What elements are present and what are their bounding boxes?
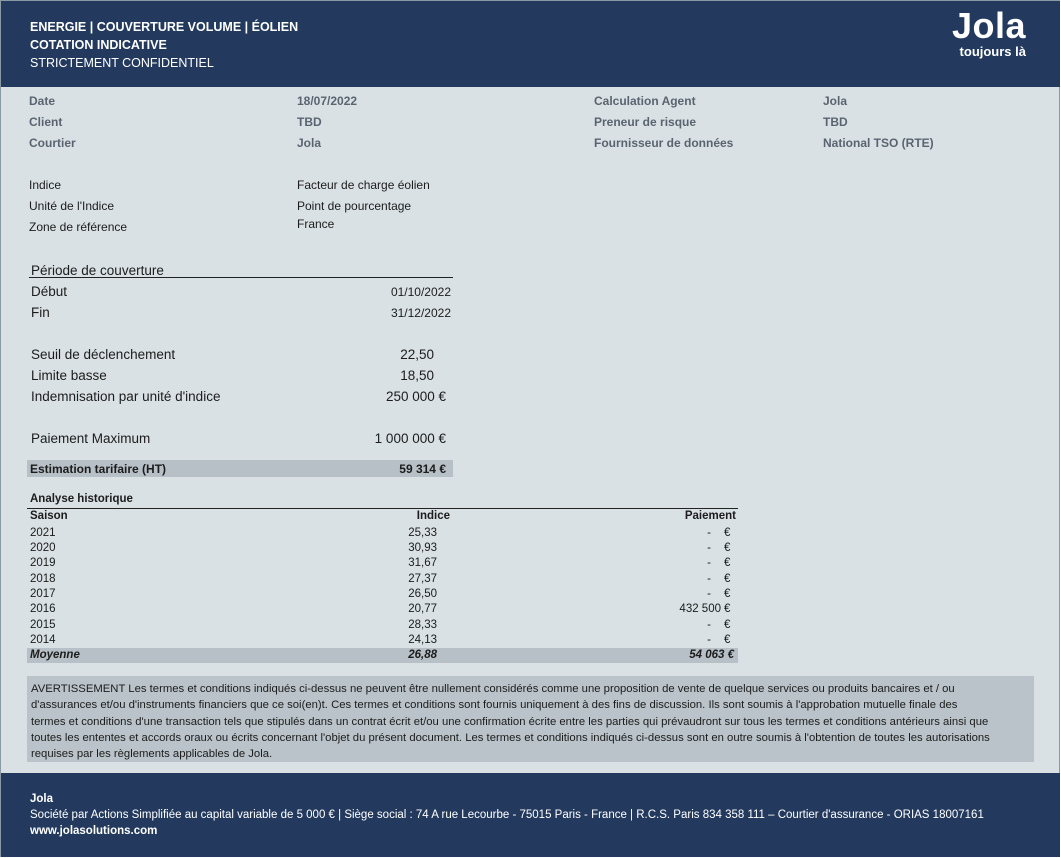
indemnity-value: 250 000 €: [385, 389, 446, 404]
start-value: 01/10/2022: [390, 285, 451, 299]
history-index: 30,93: [408, 542, 437, 554]
history-season: 2018: [30, 573, 56, 585]
date-value: 18/07/2022: [297, 94, 358, 108]
coverage-title: Période de couverture: [31, 263, 164, 278]
disclaimer-box: AVERTISSEMENT Les termes et conditions i…: [27, 676, 1034, 762]
disclaimer-line: AVERTISSEMENT Les termes et conditions i…: [31, 683, 955, 695]
estimate-label: Estimation tarifaire (HT): [30, 462, 167, 476]
header-banner: ENERGIE | COUVERTURE VOLUME | ÉOLIEN COT…: [1, 1, 1060, 87]
data-provider-value: National TSO (RTE): [823, 136, 934, 150]
history-currency: €: [724, 542, 731, 554]
header-confidential: STRICTEMENT CONFIDENTIEL: [30, 56, 214, 70]
trigger-value: 22,50: [400, 347, 434, 362]
average-index: 26,88: [408, 649, 437, 661]
history-season: 2021: [30, 527, 56, 539]
footer-banner: Jola Société par Actions Simplifiée au c…: [1, 773, 1060, 857]
history-season: 2016: [30, 603, 56, 615]
client-value: TBD: [297, 115, 322, 129]
end-label: Fin: [31, 305, 50, 320]
history-payment: -: [707, 588, 711, 600]
start-label: Début: [31, 284, 68, 299]
zone-value: France: [297, 217, 335, 231]
history-payment: 432 500: [679, 603, 721, 615]
disclaimer-line: toutes les ententes et accords oraux ou …: [31, 731, 990, 744]
logo-tagline: toujours là: [959, 44, 1026, 59]
history-index: 20,77: [408, 603, 437, 615]
history-index: 26,50: [408, 588, 437, 600]
history-payment: -: [707, 573, 711, 585]
average-label: Moyenne: [30, 649, 80, 661]
lower-limit-label: Limite basse: [31, 368, 107, 383]
history-index: 24,13: [408, 634, 437, 646]
indice-label: Indice: [29, 178, 62, 192]
history-index: 25,33: [408, 527, 437, 539]
history-season: 2015: [30, 619, 56, 631]
unit-value: Point de pourcentage: [297, 199, 412, 213]
history-index: 27,37: [408, 573, 437, 585]
history-title: Analyse historique: [30, 493, 133, 505]
zone-label: Zone de référence: [29, 220, 128, 234]
history-currency: €: [724, 603, 731, 615]
history-currency: €: [724, 619, 731, 631]
risk-taker-label: Preneur de risque: [594, 115, 697, 129]
calc-agent-label: Calculation Agent: [594, 94, 696, 108]
history-payment: -: [707, 527, 711, 539]
coverage-title-rule: [29, 277, 453, 278]
header-title: ENERGIE | COUVERTURE VOLUME | ÉOLIEN: [30, 20, 299, 34]
footer-company: Jola: [30, 793, 54, 805]
history-currency: €: [724, 527, 731, 539]
disclaimer-line: d'assurances et/ou d'instruments financi…: [31, 699, 958, 712]
trigger-label: Seuil de déclenchement: [31, 347, 176, 362]
broker-value: Jola: [297, 136, 322, 150]
history-payment: -: [707, 542, 711, 554]
max-payment-value: 1 000 000 €: [374, 431, 446, 446]
history-currency: €: [724, 588, 731, 600]
history-col-index: Indice: [416, 510, 450, 522]
history-index: 28,33: [408, 619, 437, 631]
risk-taker-value: TBD: [823, 115, 848, 129]
estimate-value: 59 314 €: [399, 462, 446, 476]
history-col-season: Saison: [30, 510, 68, 522]
disclaimer-line: requises par les règlements applicables …: [31, 748, 273, 761]
history-col-payment: Paiement: [684, 510, 736, 522]
history-currency: €: [724, 634, 731, 646]
broker-label: Courtier: [29, 136, 76, 150]
history-currency: €: [724, 557, 731, 569]
calc-agent-value: Jola: [823, 94, 848, 108]
history-index: 31,67: [408, 557, 437, 569]
header-subtitle: COTATION INDICATIVE: [30, 38, 167, 52]
lower-limit-value: 18,50: [400, 368, 434, 383]
history-payment: -: [707, 557, 711, 569]
indemnity-label: Indemnisation par unité d'indice: [31, 389, 221, 404]
indice-value: Facteur de charge éolien: [297, 178, 430, 192]
history-currency: €: [724, 573, 731, 585]
history-season: 2019: [30, 557, 56, 569]
end-value: 31/12/2022: [390, 306, 451, 320]
client-label: Client: [29, 115, 63, 129]
history-payment: -: [707, 634, 711, 646]
data-provider-label: Fournisseur de données: [594, 136, 734, 150]
term-sheet-page: ENERGIE | COUVERTURE VOLUME | ÉOLIEN COT…: [0, 0, 1060, 857]
history-season: 2014: [30, 634, 56, 646]
history-payment: -: [707, 619, 711, 631]
average-payment: 54 063 €: [689, 649, 734, 661]
unit-label: Unité de l'Indice: [29, 199, 115, 213]
footer-legal: Société par Actions Simplifiée au capita…: [30, 809, 984, 821]
max-payment-label: Paiement Maximum: [31, 431, 151, 446]
footer-website-link[interactable]: www.jolasolutions.com: [30, 825, 157, 837]
history-title-rule: [27, 508, 738, 509]
jola-logo: Jola: [951, 5, 1026, 46]
disclaimer-line: termes et conditions d'une transaction t…: [31, 715, 989, 728]
date-label: Date: [29, 94, 56, 108]
history-season: 2017: [30, 588, 56, 600]
history-season: 2020: [30, 542, 56, 554]
